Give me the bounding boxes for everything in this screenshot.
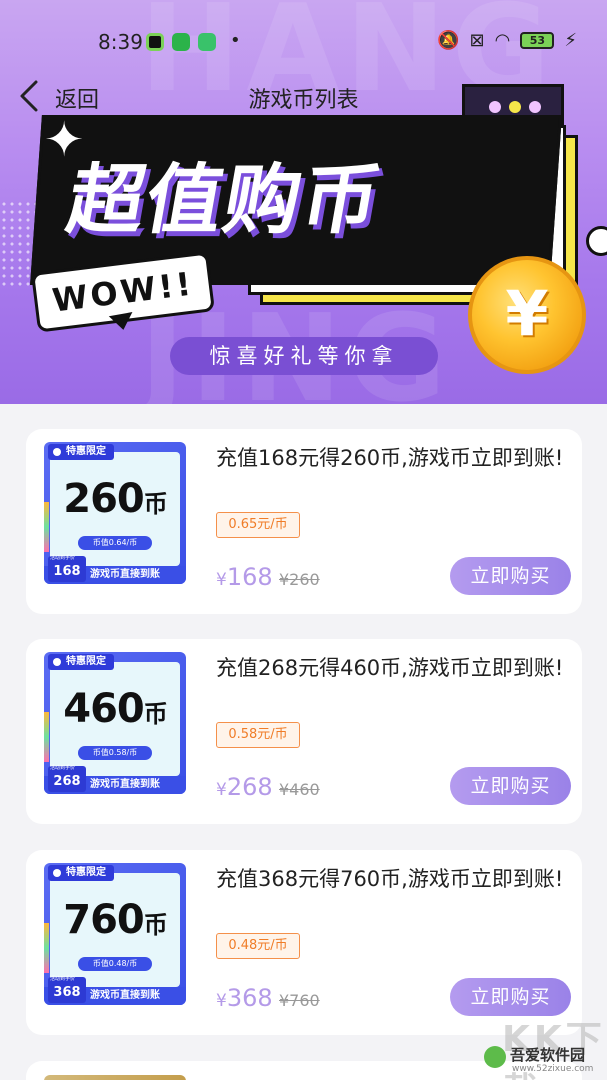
- sim-icon: ⊠: [469, 30, 485, 51]
- thumb-price: 168: [48, 553, 86, 582]
- banner-headline: 超值购币: [61, 155, 389, 244]
- rate-badge: 0.65元/币: [216, 512, 300, 538]
- thumb-amount: 460币: [63, 686, 168, 732]
- battery-icon: 53: [520, 32, 555, 49]
- product-thumbnail: 特惠限定 260币 币值0.64/币 168 游戏币直接到账: [44, 442, 186, 584]
- product-card[interactable]: 特惠限定 260币 币值0.64/币 168 游戏币直接到账 充值168元得26…: [26, 429, 582, 614]
- thumb-tag: 特惠限定: [48, 654, 114, 670]
- thumb-rate: 币值0.64/币: [78, 536, 152, 550]
- buy-button[interactable]: 立即购买: [450, 767, 571, 805]
- current-price: ¥168: [216, 563, 273, 591]
- rate-badge: 0.48元/币: [216, 933, 300, 959]
- status-time: 8:39: [98, 30, 143, 54]
- product-thumbnail: 特惠限定 460币 币值0.58/币 268 游戏币直接到账: [44, 652, 186, 794]
- current-price: ¥368: [216, 984, 273, 1012]
- original-price: ¥760: [279, 991, 320, 1010]
- thumb-slogan: 游戏币直接到账: [90, 569, 160, 580]
- status-bar: 8:39 • 🔕 ⊠ ◠ 53 ⚡: [0, 0, 607, 80]
- buy-button[interactable]: 立即购买: [450, 557, 571, 595]
- original-price: ¥460: [279, 780, 320, 799]
- thumb-price: 368: [48, 974, 86, 1003]
- more-notifications-icon: •: [230, 30, 241, 51]
- status-icons: 🔕 ⊠ ◠ 53 ⚡: [437, 30, 577, 51]
- original-price: ¥260: [279, 570, 320, 589]
- wechat-icon: [172, 33, 190, 51]
- deco-circle: [586, 226, 607, 256]
- product-card[interactable]: 特惠限定 760币 币值0.48/币 368 游戏币直接到账 充值368元得76…: [26, 850, 582, 1035]
- product-title: 充值368元得760币,游戏币立即到账!: [216, 867, 564, 891]
- thumb-tag: 特惠限定: [48, 865, 114, 881]
- site-watermark: KK下载 吾爱软件园 www.52zixue.com: [482, 1010, 607, 1080]
- app-notification-icon: [146, 33, 164, 51]
- wifi-icon: ◠: [494, 30, 511, 51]
- thumb-price: 268: [48, 763, 86, 792]
- product-list: 特惠限定 260币 币值0.64/币 168 游戏币直接到账 充值168元得26…: [0, 404, 607, 1080]
- product-thumbnail: [44, 1075, 186, 1080]
- watermark-url: www.52zixue.com: [512, 1064, 594, 1074]
- page-title: 游戏币列表: [248, 88, 359, 113]
- product-title: 充值268元得460币,游戏币立即到账!: [216, 656, 564, 680]
- thumb-amount: 760币: [63, 897, 168, 943]
- charging-icon: ⚡: [564, 30, 577, 51]
- mute-icon: 🔕: [437, 30, 460, 51]
- product-title: 充值168元得260币,游戏币立即到账!: [216, 446, 564, 470]
- banner-slogan: 惊喜好礼等你拿: [170, 337, 438, 375]
- nav-bar: 返回 游戏币列表: [0, 74, 607, 118]
- bubble-tail: [108, 312, 136, 332]
- leaf-logo-icon: [484, 1046, 506, 1068]
- thumb-slogan: 游戏币直接到账: [90, 779, 160, 790]
- product-thumbnail: 特惠限定 760币 币值0.48/币 368 游戏币直接到账: [44, 863, 186, 1005]
- promo-banner: HANG JING 8:39 • 🔕 ⊠ ◠ 53 ⚡ ✦ 超值购币 WOW!!…: [0, 0, 607, 404]
- watermark-name: 吾爱软件园: [510, 1046, 586, 1064]
- thumb-rate: 币值0.48/币: [78, 957, 152, 971]
- thumb-amount: 260币: [63, 476, 168, 522]
- thumb-tag: 特惠限定: [48, 444, 114, 460]
- app-notification-icon: [198, 33, 216, 51]
- current-price: ¥268: [216, 773, 273, 801]
- thumb-rate: 币值0.58/币: [78, 746, 152, 760]
- rate-badge: 0.58元/币: [216, 722, 300, 748]
- coin-icon: ¥: [468, 256, 586, 374]
- thumb-slogan: 游戏币直接到账: [90, 990, 160, 1001]
- product-card[interactable]: 特惠限定 460币 币值0.58/币 268 游戏币直接到账 充值268元得46…: [26, 639, 582, 824]
